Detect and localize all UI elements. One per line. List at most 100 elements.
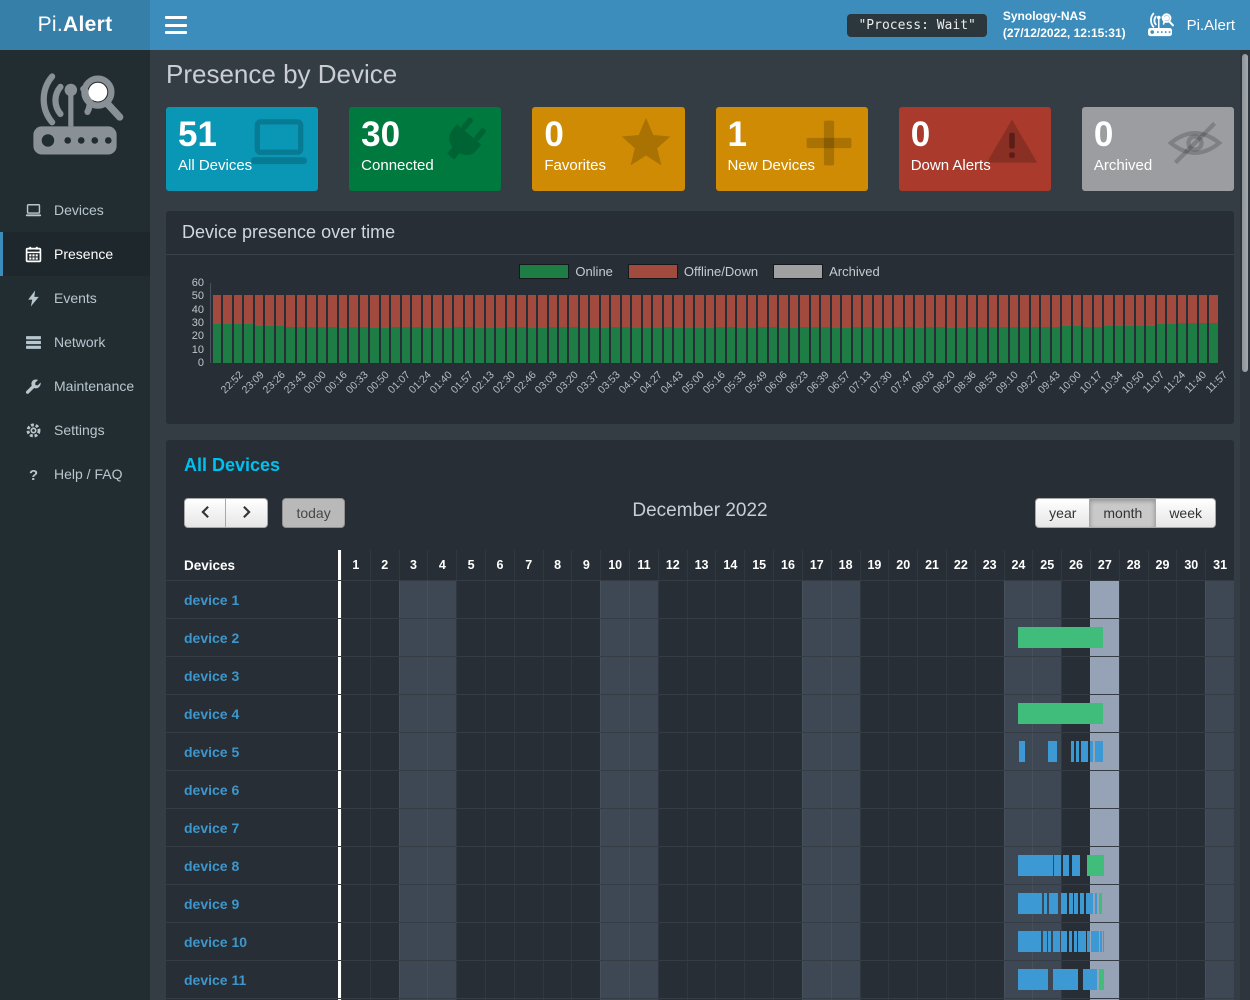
info-box-new-devices[interactable]: 1 New Devices bbox=[716, 107, 868, 191]
sidebar-item-events[interactable]: Events bbox=[0, 276, 150, 320]
presence-bar-session[interactable] bbox=[1076, 741, 1079, 762]
presence-bar-session[interactable] bbox=[1103, 931, 1104, 952]
sidebar-item-maintenance[interactable]: Maintenance bbox=[0, 364, 150, 408]
device-link[interactable]: device 8 bbox=[184, 858, 239, 874]
scrollbar-thumb[interactable] bbox=[1242, 54, 1248, 372]
device-link[interactable]: device 1 bbox=[184, 592, 239, 608]
day-header-20[interactable]: 20 bbox=[888, 550, 917, 580]
info-box-favorites[interactable]: 0 Favorites bbox=[532, 107, 684, 191]
presence-bar-session[interactable] bbox=[1078, 931, 1085, 952]
device-link[interactable]: device 5 bbox=[184, 744, 239, 760]
day-header-4[interactable]: 4 bbox=[427, 550, 456, 580]
presence-bar-session[interactable] bbox=[1061, 931, 1067, 952]
sidebar-item-network[interactable]: Network bbox=[0, 320, 150, 364]
presence-bar-session[interactable] bbox=[1043, 931, 1047, 952]
day-header-26[interactable]: 26 bbox=[1061, 550, 1090, 580]
day-header-13[interactable]: 13 bbox=[687, 550, 716, 580]
app-brand[interactable]: Pi.Alert bbox=[1142, 10, 1235, 40]
presence-bar-session[interactable] bbox=[1069, 931, 1072, 952]
info-box-down-alerts[interactable]: 0 Down Alerts bbox=[899, 107, 1051, 191]
presence-bar-session[interactable] bbox=[1071, 741, 1074, 762]
presence-bar-session[interactable] bbox=[1053, 931, 1060, 952]
presence-bar-session[interactable] bbox=[1054, 855, 1061, 876]
presence-bar-session[interactable] bbox=[1019, 741, 1025, 762]
presence-bar-session[interactable] bbox=[1086, 893, 1093, 914]
next-month-button[interactable] bbox=[226, 498, 268, 528]
day-header-22[interactable]: 22 bbox=[946, 550, 975, 580]
device-link[interactable]: device 4 bbox=[184, 706, 239, 722]
device-link[interactable]: device 6 bbox=[184, 782, 239, 798]
day-header-25[interactable]: 25 bbox=[1032, 550, 1061, 580]
presence-bar-session[interactable] bbox=[1095, 893, 1098, 914]
day-header-23[interactable]: 23 bbox=[975, 550, 1004, 580]
day-header-31[interactable]: 31 bbox=[1205, 550, 1234, 580]
day-header-28[interactable]: 28 bbox=[1119, 550, 1148, 580]
presence-bar-session[interactable] bbox=[1074, 893, 1078, 914]
presence-bar-session[interactable] bbox=[1018, 855, 1053, 876]
day-header-27[interactable]: 27 bbox=[1090, 550, 1119, 580]
presence-bar-session[interactable] bbox=[1061, 893, 1067, 914]
presence-bar-session[interactable] bbox=[1049, 893, 1059, 914]
day-header-17[interactable]: 17 bbox=[802, 550, 831, 580]
brand-logo[interactable]: Pi.Alert bbox=[0, 0, 150, 50]
info-box-archived[interactable]: 0 Archived bbox=[1082, 107, 1234, 191]
year-view-button[interactable]: year bbox=[1035, 498, 1090, 528]
sidebar-item-help-faq[interactable]: ?Help / FAQ bbox=[0, 452, 150, 496]
day-header-5[interactable]: 5 bbox=[456, 550, 485, 580]
today-button[interactable]: today bbox=[282, 498, 344, 528]
day-header-16[interactable]: 16 bbox=[773, 550, 802, 580]
device-link[interactable]: device 3 bbox=[184, 668, 239, 684]
legend-item-online[interactable]: Online bbox=[520, 264, 613, 279]
presence-bar-session[interactable] bbox=[1080, 893, 1084, 914]
presence-bar-session[interactable] bbox=[1087, 931, 1090, 952]
day-header-6[interactable]: 6 bbox=[485, 550, 514, 580]
week-view-button[interactable]: week bbox=[1156, 498, 1216, 528]
day-header-12[interactable]: 12 bbox=[658, 550, 687, 580]
day-header-24[interactable]: 24 bbox=[1004, 550, 1033, 580]
presence-bar-session[interactable] bbox=[1081, 741, 1088, 762]
day-header-18[interactable]: 18 bbox=[831, 550, 860, 580]
presence-bar-session[interactable] bbox=[1018, 931, 1041, 952]
page-scrollbar[interactable] bbox=[1240, 50, 1250, 1000]
day-header-9[interactable]: 9 bbox=[571, 550, 600, 580]
day-header-1[interactable]: 1 bbox=[341, 550, 370, 580]
device-link[interactable]: device 2 bbox=[184, 630, 239, 646]
day-header-8[interactable]: 8 bbox=[543, 550, 572, 580]
presence-bar-online[interactable] bbox=[1018, 627, 1103, 648]
day-header-10[interactable]: 10 bbox=[600, 550, 629, 580]
day-header-2[interactable]: 2 bbox=[370, 550, 399, 580]
presence-bar-session[interactable] bbox=[1053, 969, 1079, 990]
hamburger-icon[interactable] bbox=[165, 16, 187, 34]
month-view-button[interactable]: month bbox=[1090, 498, 1156, 528]
presence-bar-session[interactable] bbox=[1048, 741, 1057, 762]
presence-bar-session[interactable] bbox=[1069, 893, 1073, 914]
presence-bar-session[interactable] bbox=[1095, 741, 1103, 762]
day-header-14[interactable]: 14 bbox=[715, 550, 744, 580]
presence-bar-online[interactable] bbox=[1018, 703, 1103, 724]
presence-bar-session[interactable] bbox=[1074, 931, 1077, 952]
presence-bar-session[interactable] bbox=[1018, 893, 1042, 914]
presence-bar-session[interactable] bbox=[1048, 931, 1051, 952]
presence-bar-session[interactable] bbox=[1090, 741, 1093, 762]
device-link[interactable]: device 9 bbox=[184, 896, 239, 912]
presence-bar-session[interactable] bbox=[1091, 931, 1099, 952]
presence-bar-session[interactable] bbox=[1018, 969, 1049, 990]
day-header-7[interactable]: 7 bbox=[514, 550, 543, 580]
presence-bar-session[interactable] bbox=[1072, 855, 1081, 876]
day-header-29[interactable]: 29 bbox=[1148, 550, 1177, 580]
presence-bar-session[interactable] bbox=[1063, 855, 1069, 876]
presence-bar-session[interactable] bbox=[1083, 969, 1098, 990]
legend-item-offline-down[interactable]: Offline/Down bbox=[629, 264, 758, 279]
day-header-19[interactable]: 19 bbox=[860, 550, 889, 580]
day-header-11[interactable]: 11 bbox=[629, 550, 658, 580]
info-box-connected[interactable]: 30 Connected bbox=[349, 107, 501, 191]
presence-bar-online[interactable] bbox=[1087, 855, 1104, 876]
device-link[interactable]: device 10 bbox=[184, 934, 247, 950]
sidebar-item-presence[interactable]: Presence bbox=[0, 232, 150, 276]
sidebar-item-settings[interactable]: Settings bbox=[0, 408, 150, 452]
presence-bar-session[interactable] bbox=[1044, 893, 1047, 914]
day-header-15[interactable]: 15 bbox=[744, 550, 773, 580]
day-header-30[interactable]: 30 bbox=[1176, 550, 1205, 580]
day-header-3[interactable]: 3 bbox=[399, 550, 428, 580]
sidebar-item-devices[interactable]: Devices bbox=[0, 188, 150, 232]
